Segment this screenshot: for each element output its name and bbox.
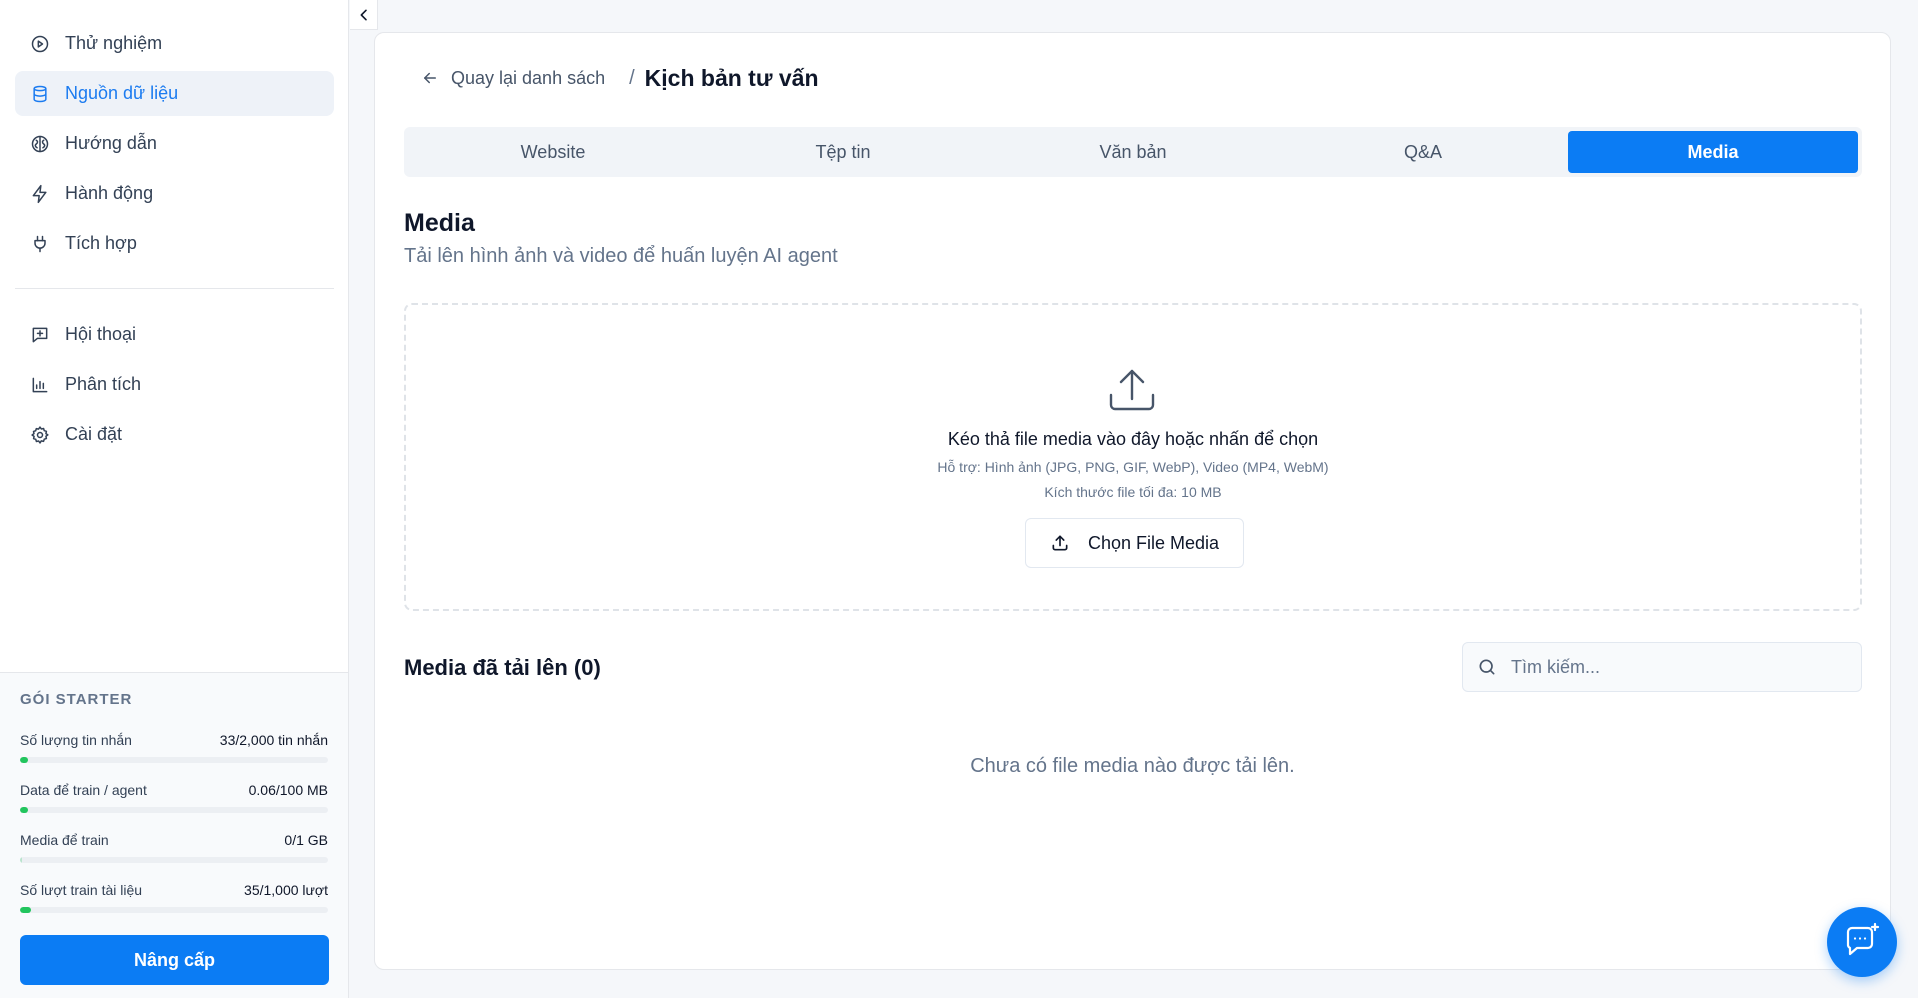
sidebar-divider [15,288,334,289]
upgrade-button[interactable]: Nâng cấp [20,935,329,985]
usage-value: 35/1,000 lượt [244,882,328,898]
sidebar-nav: Thử nghiệm Nguồn dữ liệu Hướng dẫn Hành … [15,21,334,462]
sidebar-item-label: Phân tích [65,374,142,394]
sidebar-item-label: Nguồn dữ liệu [65,83,179,103]
search-icon [1479,659,1495,675]
choose-media-file-button[interactable]: Chọn File Media [1025,518,1244,568]
usage-value: 33/2,000 tin nhắn [219,732,328,748]
play-circle-icon [29,33,51,55]
empty-state-message: Chưa có file media nào được tải lên. [970,755,1295,777]
lightning-icon [29,183,51,205]
tab-tep-tin[interactable]: Tệp tin [698,131,988,173]
usage-progress-bar [20,757,328,763]
usage-progress-bar [20,807,328,813]
sidebar-item-nguon-du-lieu[interactable]: Nguồn dữ liệu [15,71,334,116]
upload-icon [1106,365,1158,415]
collapse-sidebar-button[interactable] [350,0,378,30]
sidebar-item-label: Thử nghiệm [65,33,163,53]
search-input[interactable] [1511,656,1851,678]
uploaded-media-title: Media đã tải lên (0) [404,655,601,680]
usage-label: Data để train / agent [20,782,147,798]
sidebar: Thử nghiệm Nguồn dữ liệu Hướng dẫn Hành … [0,0,349,998]
arrow-left-icon [424,72,436,84]
usage-progress-bar [20,907,328,913]
usage-media: Media để train 0/1 GB [20,832,328,863]
sidebar-item-label: Cài đặt [65,424,123,444]
sidebar-item-hoi-thoai[interactable]: Hội thoại [15,312,334,357]
tab-website[interactable]: Website [408,131,698,173]
main-card: Quay lại danh sách / Kịch bản tư vấn Web… [374,32,1891,970]
usage-value: 0.06/100 MB [248,782,328,798]
sidebar-item-hanh-dong[interactable]: Hành động [15,171,334,216]
button-label: Chọn File Media [1087,532,1220,553]
usage-train-count: Số lượt train tài liệu 35/1,000 lượt [20,882,328,913]
plan-title: GÓI STARTER [20,691,133,708]
section-subtitle: Tải lên hình ảnh và video để huấn luyện … [404,245,838,267]
source-tabs: Website Tệp tin Văn bản Q&A Media [404,127,1862,177]
sidebar-item-huong-dan[interactable]: Hướng dẫn [15,121,334,166]
upload-icon [1052,535,1068,551]
media-dropzone[interactable]: Kéo thả file media vào đây hoặc nhấn để … [404,303,1862,611]
sidebar-item-label: Hành động [65,183,154,203]
tab-media[interactable]: Media [1568,131,1858,173]
tab-van-ban[interactable]: Văn bản [988,131,1278,173]
sidebar-item-label: Tích hợp [65,233,137,253]
sidebar-item-tich-hop[interactable]: Tích hợp [15,221,334,266]
bar-chart-icon [29,374,51,396]
chat-widget-button[interactable] [1827,907,1897,977]
section-title: Media [404,209,475,237]
usage-train-data: Data để train / agent 0.06/100 MB [20,782,328,813]
usage-progress-bar [20,857,328,863]
gear-icon [29,424,51,446]
breadcrumb: Quay lại danh sách / Kịch bản tư vấn [421,63,819,93]
dropzone-formats-hint: Hỗ trợ: Hình ảnh (JPG, PNG, GIF, WebP), … [937,459,1329,475]
usage-label: Media để train [20,832,109,848]
sidebar-item-label: Hướng dẫn [65,133,157,153]
chevron-left-icon [360,9,367,20]
chat-sparkle-icon [1846,922,1880,956]
dropzone-title: Kéo thả file media vào đây hoặc nhấn để … [947,429,1319,449]
back-to-list-link[interactable]: Quay lại danh sách [421,68,605,89]
plug-icon [29,233,51,255]
tab-qa[interactable]: Q&A [1278,131,1568,173]
page-title: Kịch bản tư vấn [644,64,819,91]
app-root: Thử nghiệm Nguồn dữ liệu Hướng dẫn Hành … [0,0,1918,998]
brain-icon [29,133,51,155]
sidebar-item-label: Hội thoại [65,324,137,344]
usage-value: 0/1 GB [284,832,328,848]
usage-label: Số lượng tin nhắn [20,732,132,748]
sidebar-item-phan-tich[interactable]: Phân tích [15,362,334,407]
breadcrumb-separator: / [629,66,635,89]
back-link-label: Quay lại danh sách [451,67,606,88]
sidebar-item-cai-dat[interactable]: Cài đặt [15,412,334,457]
plan-usage-panel: GÓI STARTER Số lượng tin nhắn 33/2,000 t… [0,672,348,998]
dropzone-size-hint: Kích thước file tối đa: 10 MB [1044,484,1222,500]
database-icon [29,83,51,105]
usage-label: Số lượt train tài liệu [20,882,143,898]
sidebar-item-thu-nghiem[interactable]: Thử nghiệm [15,21,334,66]
chat-plus-icon [29,324,51,346]
search-box[interactable] [1462,642,1862,692]
usage-messages: Số lượng tin nhắn 33/2,000 tin nhắn [20,732,328,763]
